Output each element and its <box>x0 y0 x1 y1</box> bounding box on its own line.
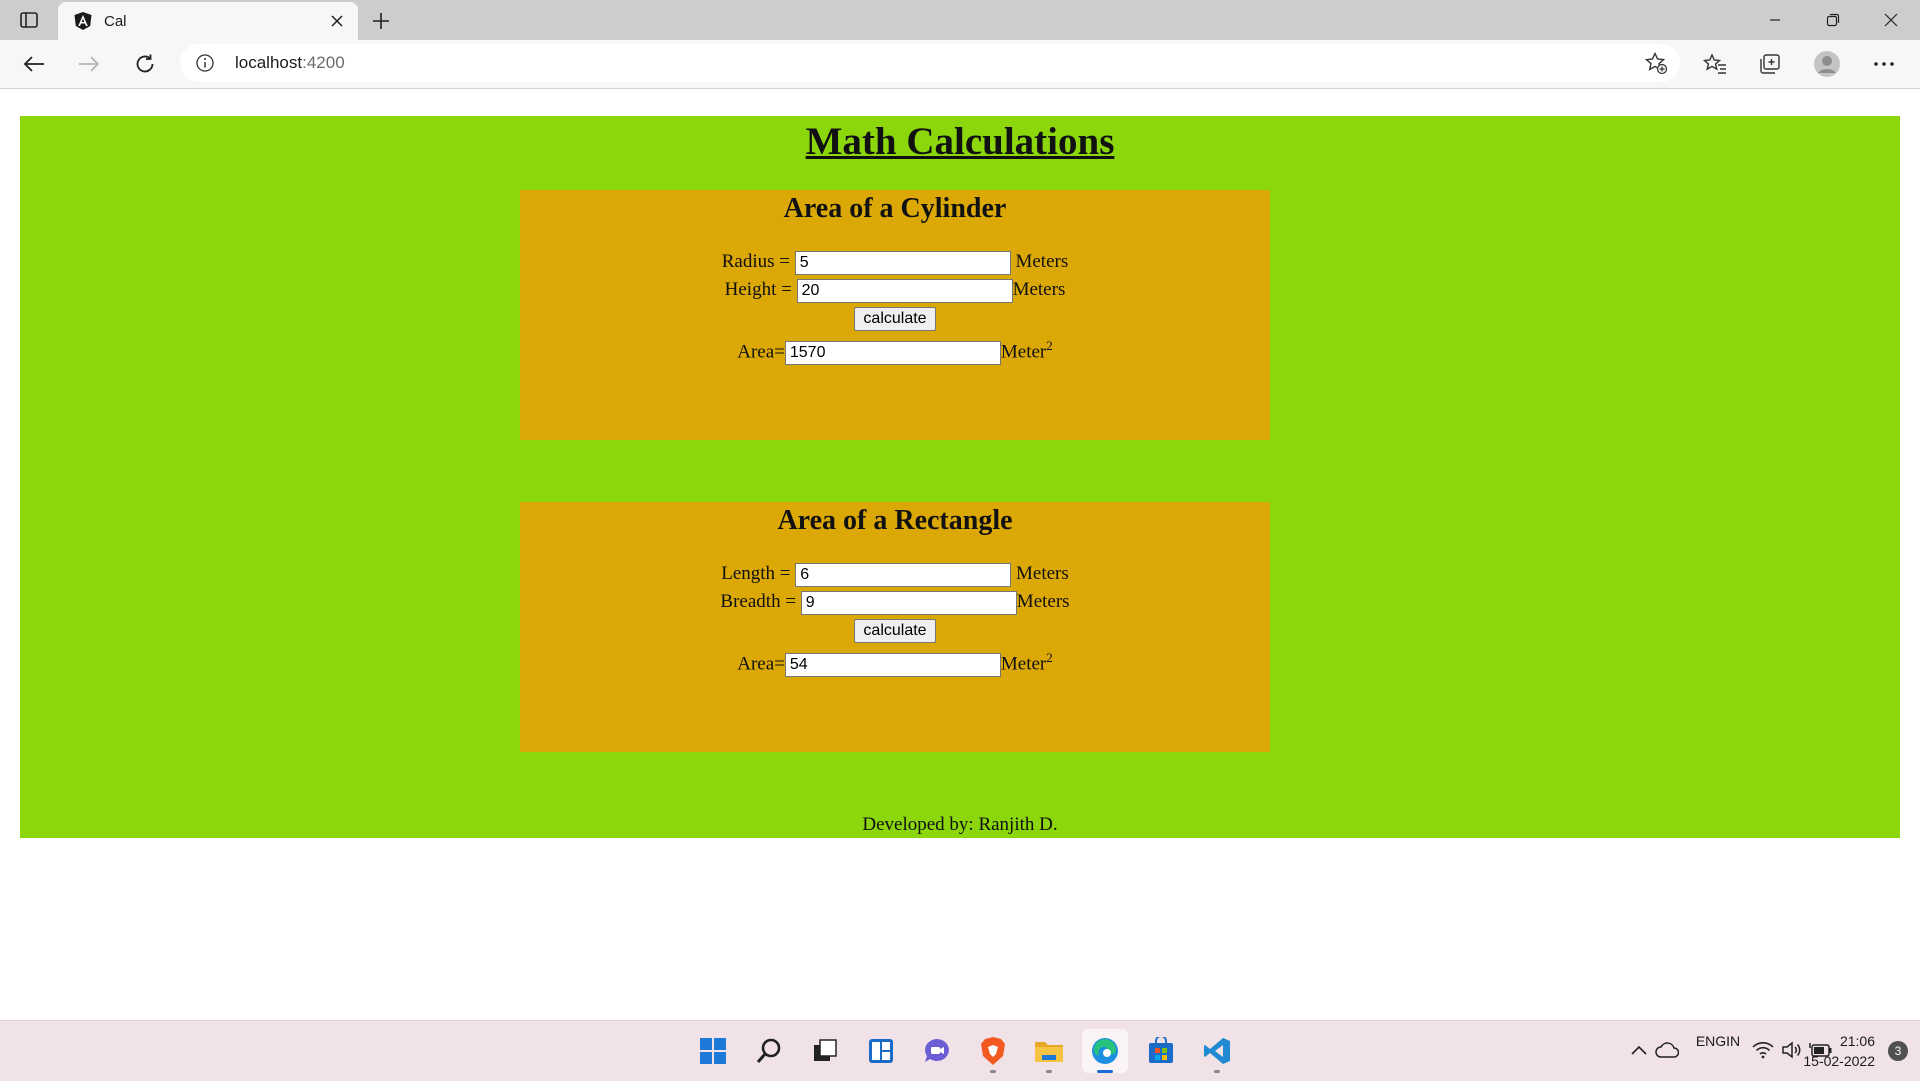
clock-date: 15-02-2022 <box>1803 1053 1875 1069</box>
favorites-icon[interactable] <box>1697 47 1733 81</box>
rectangle-calculate-button[interactable]: calculate <box>854 618 936 643</box>
cylinder-area-unit: Meter <box>1000 341 1047 363</box>
angular-favicon-icon <box>72 10 94 32</box>
profile-avatar-icon[interactable] <box>1809 47 1845 81</box>
browser-tab-bar: Cal <box>0 0 1920 40</box>
onedrive-cloud-icon[interactable] <box>1654 1039 1680 1061</box>
rectangle-button-row: calculate <box>520 616 1270 644</box>
region-code: IN <box>1726 1033 1741 1049</box>
length-label: Length = <box>721 563 791 584</box>
length-row: Length = Meters <box>520 560 1270 588</box>
tab-actions-icon[interactable] <box>14 8 44 32</box>
cylinder-heading: Area of a Cylinder <box>783 193 1007 224</box>
radius-label: Radius = <box>721 251 790 272</box>
cylinder-area-output[interactable] <box>784 340 1001 365</box>
address-url[interactable]: localhost:4200 <box>235 53 345 73</box>
rectangle-area-label: Area= <box>737 653 785 675</box>
cylinder-area-exponent: 2 <box>1046 338 1053 353</box>
address-host: localhost <box>235 53 303 72</box>
wifi-icon[interactable] <box>1751 1039 1775 1061</box>
widgets-icon[interactable] <box>858 1029 904 1073</box>
search-icon[interactable] <box>746 1029 792 1073</box>
length-unit: Meters <box>1016 563 1069 584</box>
back-arrow-icon[interactable] <box>16 47 52 81</box>
clock-time: 21:06 <box>1839 1033 1875 1049</box>
cylinder-area-label: Area= <box>737 341 785 363</box>
running-indicator <box>1046 1070 1052 1073</box>
rectangle-card: Area of a Rectangle Length = Meters Brea… <box>520 502 1270 752</box>
forward-arrow-icon[interactable] <box>71 47 107 81</box>
close-window-icon[interactable] <box>1862 0 1920 40</box>
breadth-unit: Meters <box>1016 591 1070 612</box>
length-input[interactable] <box>795 562 1012 587</box>
brave-icon[interactable] <box>970 1029 1016 1073</box>
tab-title: Cal <box>104 12 127 30</box>
address-port: :4200 <box>302 53 345 72</box>
start-icon[interactable] <box>690 1029 736 1073</box>
browser-tab[interactable]: Cal <box>58 2 358 40</box>
edge-icon[interactable] <box>1082 1029 1128 1073</box>
input-language-indicator[interactable]: ENG IN <box>1695 1031 1741 1051</box>
notification-count-badge[interactable]: 3 <box>1888 1041 1908 1061</box>
more-menu-icon[interactable] <box>1866 47 1902 81</box>
page-content: Math Calculations Area of a Cylinder Rad… <box>20 116 1900 838</box>
cylinder-card: Area of a Cylinder Radius = Meters Heigh… <box>520 190 1270 440</box>
height-label: Height = <box>724 279 792 300</box>
cylinder-button-row: calculate <box>520 304 1270 332</box>
store-icon[interactable] <box>1138 1029 1184 1073</box>
breadth-row: Breadth = Meters <box>520 588 1270 616</box>
show-hidden-icons-chevron-icon[interactable] <box>1628 1039 1650 1061</box>
rectangle-area-output[interactable] <box>784 652 1001 677</box>
clock[interactable]: 21:06 15-02-2022 <box>1795 1031 1875 1071</box>
breadth-label: Breadth = <box>720 591 797 612</box>
refresh-icon[interactable] <box>127 47 163 81</box>
rectangle-heading: Area of a Rectangle <box>777 505 1013 536</box>
address-bar[interactable]: localhost:4200 <box>180 44 1680 82</box>
new-tab-icon[interactable] <box>366 6 396 36</box>
site-info-icon[interactable] <box>194 52 216 74</box>
tab-close-icon[interactable] <box>322 6 352 36</box>
restore-icon[interactable] <box>1804 0 1862 40</box>
footer-credit: Developed by: Ranjith D. <box>862 814 1058 835</box>
vscode-icon[interactable] <box>1194 1029 1240 1073</box>
file-explorer-icon[interactable] <box>1026 1029 1072 1073</box>
radius-input[interactable] <box>794 250 1011 275</box>
task-view-icon[interactable] <box>802 1029 848 1073</box>
page-title: Math Calculations <box>805 120 1115 163</box>
browser-toolbar: localhost:4200 <box>0 40 1920 89</box>
running-indicator <box>1214 1070 1220 1073</box>
running-indicator <box>990 1070 996 1073</box>
add-favorite-icon[interactable] <box>1640 48 1672 78</box>
radius-unit: Meters <box>1015 251 1069 272</box>
rectangle-area-row: Area= Meter2 <box>520 644 1270 678</box>
chat-icon[interactable] <box>914 1029 960 1073</box>
breadth-input[interactable] <box>800 590 1017 615</box>
active-indicator <box>1097 1070 1113 1073</box>
cylinder-calculate-button[interactable]: calculate <box>854 306 936 331</box>
rectangle-area-exponent: 2 <box>1046 650 1053 665</box>
language-code: ENG <box>1695 1033 1727 1049</box>
radius-row: Radius = Meters <box>520 248 1270 276</box>
height-row: Height = Meters <box>520 276 1270 304</box>
collections-icon[interactable] <box>1752 47 1788 81</box>
minimize-icon[interactable] <box>1746 0 1804 40</box>
rectangle-area-unit: Meter <box>1000 653 1047 675</box>
taskbar: ENG IN 21:06 15-02-2022 3 <box>0 1020 1920 1081</box>
height-input[interactable] <box>796 278 1013 303</box>
height-unit: Meters <box>1012 279 1066 300</box>
cylinder-area-row: Area= Meter2 <box>520 332 1270 366</box>
